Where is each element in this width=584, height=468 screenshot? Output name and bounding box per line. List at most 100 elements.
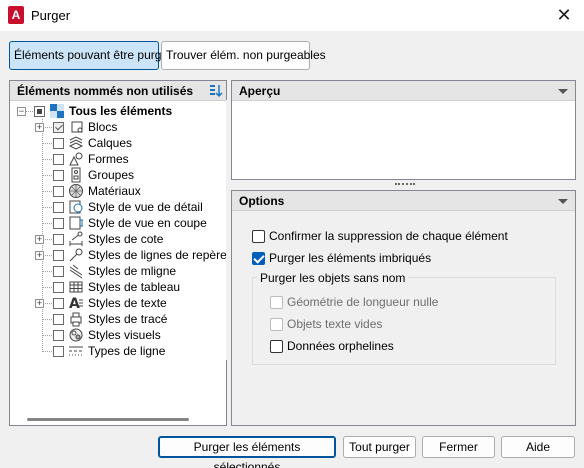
tree-connector-line [42,207,52,208]
expand-icon[interactable]: + [35,299,44,308]
options-panel-title: Options [239,194,285,208]
checkbox[interactable] [53,185,64,197]
checkbox[interactable] [53,217,64,229]
dimension-style-icon [68,231,84,247]
tree-connector-line [42,191,52,192]
autocad-logo-icon: A [8,6,24,24]
tree-item[interactable]: Styles de tableau [53,279,180,295]
tree-item[interactable]: Matériaux [53,183,141,199]
window-title: Purger [31,8,71,23]
checkbox[interactable] [53,153,64,165]
tree-item-label: Styles de tableau [88,280,181,294]
tree-item[interactable]: Types de ligne [53,343,165,359]
tree-item-label: Styles de texte [88,296,167,310]
tree-item[interactable]: Styles visuels [53,327,161,343]
sort-icon[interactable] [209,83,223,99]
chevron-down-icon[interactable] [558,199,568,204]
horizontal-scrollbar[interactable] [27,418,189,421]
tree-panel-title: Éléments nommés non utilisés [17,84,194,98]
tree-item[interactable]: Styles de lignes de repère mu [53,247,247,263]
detail-view-style-icon [68,199,84,215]
purge-nested-label: Purger les éléments imbriqués [269,251,432,265]
checkbox-box[interactable] [270,339,283,353]
zero-length-geometry-checkbox: Géométrie de longueur nulle [270,295,438,309]
tree-connector-line [42,335,52,336]
checkbox[interactable] [53,345,64,357]
tree-connector-line [42,143,52,144]
expand-icon[interactable]: + [35,251,44,260]
title-bar: A Purger ✕ [0,0,584,31]
tree-item-label: Calques [88,136,133,150]
tree-connector-line [42,271,52,272]
checkbox[interactable] [53,313,64,325]
checkbox-box [270,295,283,309]
splitter-handle[interactable] [395,183,415,187]
mline-style-icon [68,263,84,279]
layers-icon [68,135,84,151]
tree-item-label: Types de ligne [88,344,166,358]
checkbox[interactable] [53,121,64,133]
tree-item[interactable]: Style de vue en coupe [53,215,207,231]
tree-item[interactable]: Styles de cote [53,231,163,247]
checkbox[interactable] [53,281,64,293]
confirm-each-checkbox[interactable]: Confirmer la suppression de chaque éléme… [252,229,508,243]
tab-purgeable-items[interactable]: Éléments pouvant être purgés [9,41,174,70]
expand-icon[interactable]: + [35,235,44,244]
tree-item-label: Style de vue de détail [88,200,203,214]
tree-item[interactable]: Styles de mligne [53,263,176,279]
expand-icon[interactable]: + [35,123,44,132]
text-style-icon: A [68,295,84,312]
preview-panel-header[interactable]: Aperçu [232,81,575,101]
checkbox-box[interactable] [252,229,265,243]
checkbox[interactable] [53,201,64,213]
tree-item-label: Groupes [88,168,135,182]
materials-icon [68,183,84,199]
collapse-icon[interactable]: − [17,107,26,116]
tree-item-label: Formes [88,152,129,166]
checkbox-box[interactable] [252,251,265,265]
tab-find-non-purgeable[interactable]: Trouver élém. non purgeables [161,41,326,70]
tree-item[interactable]: Blocs [53,119,117,135]
section-view-style-icon [68,215,84,231]
tree-item[interactable]: Groupes [53,167,134,183]
help-button[interactable]: Aide [501,436,575,458]
checkbox[interactable] [53,297,64,309]
tree-item[interactable]: Calques [53,135,132,151]
purge-nested-checkbox[interactable]: Purger les éléments imbriqués [252,251,431,265]
tree-connector-line [42,175,52,176]
svg-text:A: A [69,296,80,311]
preview-panel-title: Aperçu [239,84,281,98]
tree-item-label: Styles de mligne [88,264,177,278]
purge-selected-button[interactable]: Purger les éléments sélectionnés [158,436,336,468]
chevron-down-icon[interactable] [558,89,568,94]
close-button[interactable]: Fermer [422,436,495,458]
tree-item[interactable]: Styles de tracé [53,311,167,327]
checkbox-box [270,317,283,331]
options-panel-header[interactable]: Options [232,191,575,211]
linetype-icon [68,343,84,359]
tree-item[interactable]: A Styles de texte [53,295,167,312]
checkbox[interactable] [53,265,64,277]
empty-text-objects-checkbox: Objets texte vides [270,317,382,331]
checkbox[interactable] [53,137,64,149]
tree-item[interactable]: Style de vue de détail [53,199,203,215]
purge-all-button[interactable]: Tout purger [343,436,416,458]
checkbox[interactable] [34,105,45,117]
checkbox[interactable] [53,249,64,261]
tree-connector-line [42,351,52,352]
tree-item-label: Matériaux [88,184,141,198]
orphaned-data-label: Données orphelines [287,339,394,353]
tree-connector-line [42,287,52,288]
checkbox[interactable] [53,169,64,181]
tree-connector-line [42,223,52,224]
tree-item-label: Style de vue en coupe [88,216,207,230]
tree-item[interactable]: Formes [53,151,129,167]
tree-root-all-items[interactable]: Tous les éléments [34,103,172,119]
orphaned-data-checkbox[interactable]: Données orphelines [270,339,394,353]
checkbox[interactable] [53,233,64,245]
close-window-button[interactable]: ✕ [552,4,576,26]
unnamed-objects-group-title: Purger les objets sans nom [257,271,409,285]
tree-root-label: Tous les éléments [69,104,173,118]
tree-item-label: Styles de lignes de repère mu [88,248,247,262]
checkbox[interactable] [53,329,64,341]
